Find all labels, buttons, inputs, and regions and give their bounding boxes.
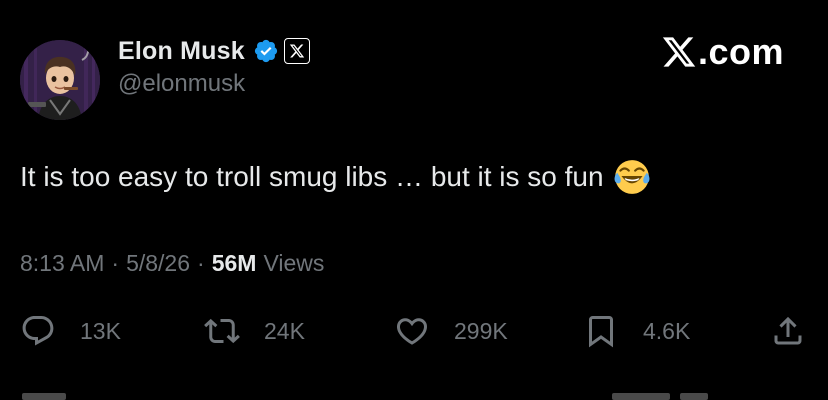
bookmark-button[interactable]: 4.6K [583, 308, 690, 354]
like-button[interactable]: 299K [394, 308, 508, 354]
cut-off-text-fragment [22, 393, 66, 400]
bookmark-count: 4.6K [643, 317, 691, 344]
author-handle[interactable]: @elonmusk [118, 70, 245, 98]
heart-icon [396, 318, 428, 345]
author-avatar[interactable] [20, 40, 100, 120]
tweet-body: It is too easy to troll smug libs … but … [20, 158, 651, 196]
brand-domain-text: .com [697, 31, 784, 72]
brand-watermark: .com [661, 30, 784, 74]
repost-button[interactable]: 24K [204, 308, 305, 354]
meta-separator: · [111, 250, 120, 276]
views-count: 56M [211, 250, 257, 276]
cut-off-text-fragment [612, 393, 670, 400]
cut-off-text-fragment [680, 393, 708, 400]
meta-separator: · [197, 250, 205, 276]
tweet-date[interactable]: 5/8/26 [126, 250, 190, 277]
x-affiliate-icon[interactable] [283, 38, 310, 64]
tweet-time[interactable]: 8:13 AM [20, 250, 104, 277]
views-label: Views [263, 250, 325, 276]
avatar-image [20, 40, 100, 120]
bookmark-icon [589, 316, 613, 348]
tweet-text: It is too easy to troll smug libs … but … [20, 161, 604, 192]
repost-count: 24K [264, 317, 305, 344]
tears-of-joy-emoji-icon [614, 160, 650, 194]
like-count: 299K [454, 317, 508, 344]
share-button[interactable] [770, 308, 806, 354]
verified-badge-icon[interactable] [253, 38, 279, 64]
x-logo-icon [662, 37, 696, 67]
tweet-action-bar: 13K 24K 299K 4.6K [0, 308, 828, 354]
author-name-row: Elon Musk [118, 34, 310, 68]
author-display-name[interactable]: Elon Musk [118, 37, 245, 66]
repost-icon [204, 318, 240, 344]
cut-off-row [0, 393, 828, 400]
reply-count: 13K [80, 317, 121, 344]
reply-button[interactable]: 13K [20, 308, 121, 354]
share-icon [774, 316, 802, 345]
tweet-meta: 8:13 AM · 5/8/26 · 56M Views [20, 250, 324, 277]
x-affiliate-glyph-icon [289, 44, 305, 58]
reply-icon [22, 316, 54, 346]
